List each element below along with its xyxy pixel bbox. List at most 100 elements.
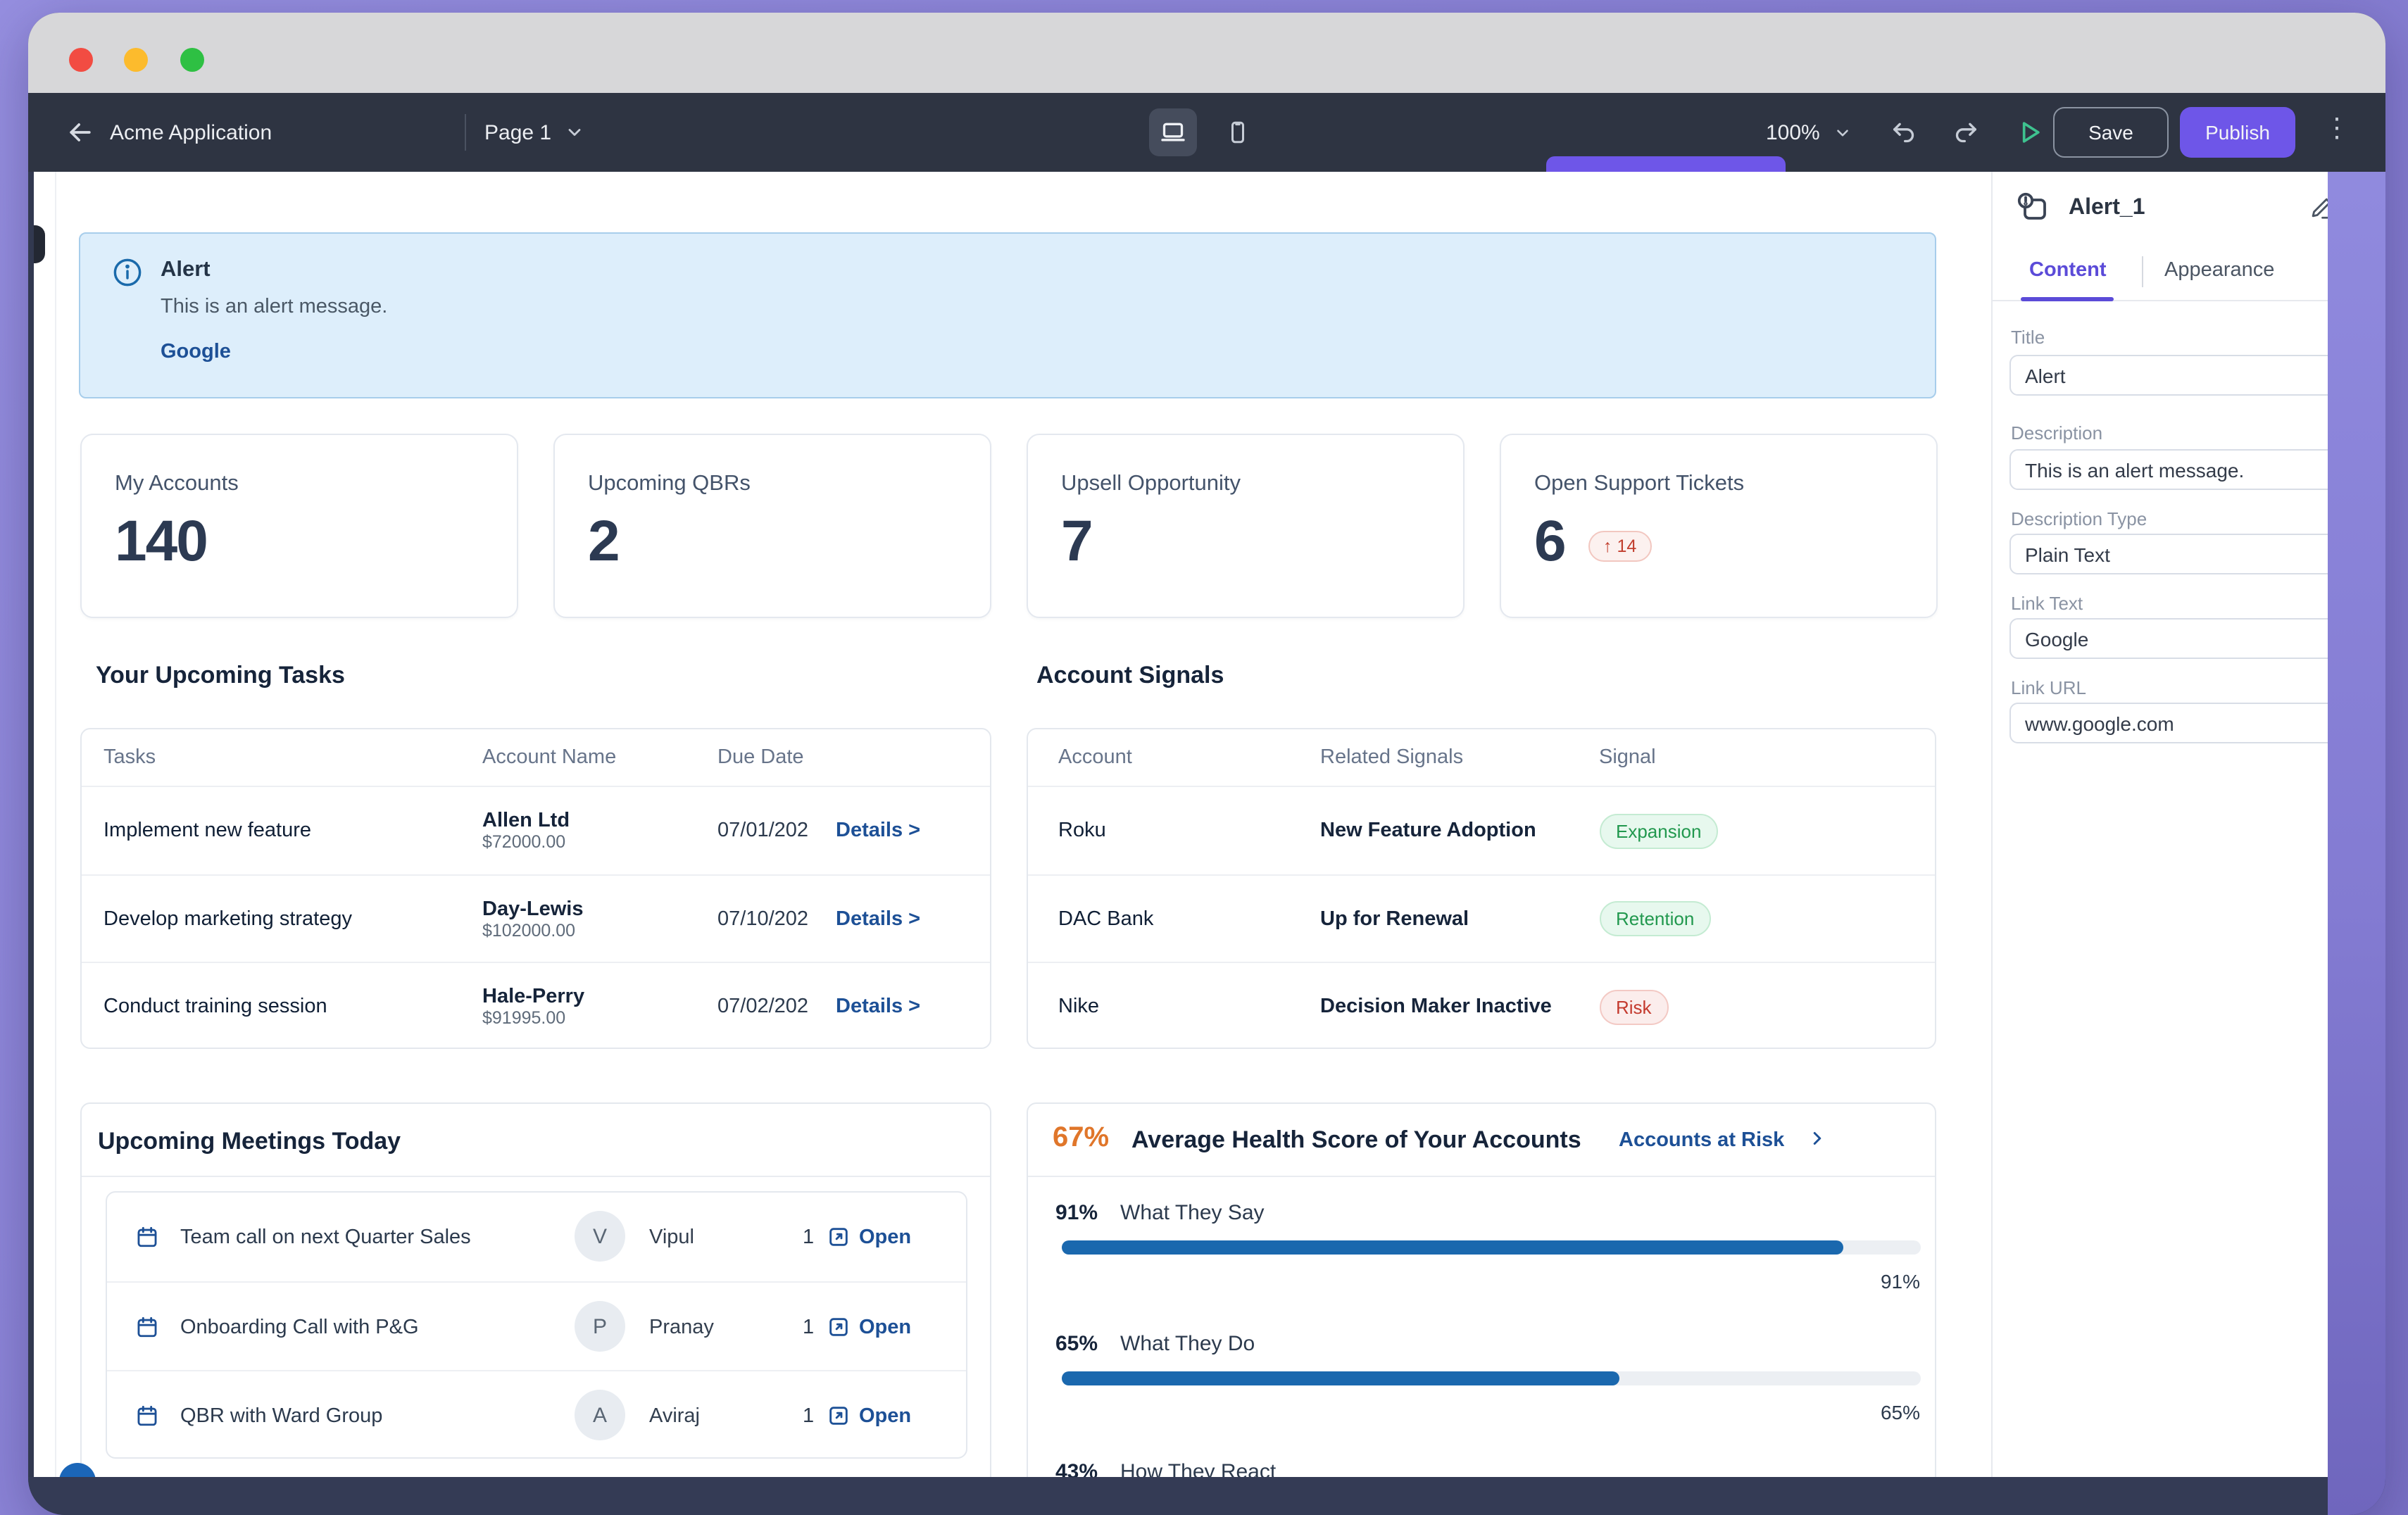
description-field[interactable]: This is an alert message. [2009, 449, 2374, 490]
table-row[interactable]: Develop marketing strategy Day-Lewis $10… [81, 874, 989, 963]
column-header: Signal [1599, 729, 1656, 786]
stat-value: 7 [1061, 508, 1092, 574]
info-icon [111, 256, 144, 289]
details-link[interactable]: Details > [836, 963, 920, 1049]
open-meeting-link[interactable]: Open [859, 1193, 911, 1281]
external-link-icon [827, 1225, 851, 1249]
back-arrow-icon[interactable] [65, 117, 96, 148]
stat-card-my-accounts[interactable]: My Accounts 140 [80, 434, 518, 618]
metric-label: What They Say [1120, 1201, 1265, 1225]
meetings-section-title: Upcoming Meetings Today [98, 1128, 401, 1156]
alert-link-label: Google [161, 341, 231, 363]
stat-card-upcoming-qbrs[interactable]: Upcoming QBRs 2 [553, 434, 991, 618]
save-button-label: Save [2088, 121, 2133, 144]
field-label-link-text: Link Text [2011, 593, 2083, 614]
stat-card-upsell-opportunity[interactable]: Upsell Opportunity 7 [1026, 434, 1464, 618]
accounts-at-risk-link[interactable]: Accounts at Risk [1619, 1129, 1784, 1152]
app-canvas[interactable]: Alert This is an alert message. Google M… [34, 172, 1991, 1477]
chevron-right-icon [1806, 1128, 1827, 1149]
desktop-view-toggle[interactable] [1149, 108, 1197, 156]
left-panel-handle[interactable] [34, 225, 45, 263]
alert-title: Alert [161, 258, 211, 283]
meeting-title: QBR with Ward Group [180, 1371, 382, 1460]
account-name: Day-Lewis [482, 898, 583, 921]
field-label-description: Description [2011, 422, 2102, 444]
external-link-icon [827, 1404, 851, 1428]
attendee-name: Vipul [649, 1193, 694, 1281]
preview-play-icon[interactable] [2014, 117, 2045, 148]
progress-fill [1061, 1371, 1619, 1385]
tab-content[interactable]: Content [2029, 259, 2107, 282]
metric-pct: 91% [1055, 1201, 1098, 1225]
tasks-table[interactable]: Tasks Account Name Due Date Implement ne… [80, 728, 991, 1049]
publish-button[interactable]: Publish [2180, 107, 2295, 158]
description-type-select[interactable]: Plain Text [2009, 534, 2374, 574]
title-field[interactable]: Alert [2009, 355, 2374, 396]
undo-icon[interactable] [1890, 118, 1918, 146]
minimize-window-button[interactable] [124, 48, 148, 72]
signal-account-cell: Nike [1058, 963, 1099, 1049]
column-header: Tasks [104, 729, 156, 786]
attendee-name: Aviraj [649, 1371, 700, 1460]
details-link[interactable]: Details > [836, 787, 920, 875]
redo-icon[interactable] [1952, 118, 1980, 146]
alert-link[interactable]: Google [161, 341, 231, 363]
task-cell: Implement new feature [104, 787, 311, 875]
widget-name: Alert_1 [2069, 196, 2145, 221]
toolbar-purple-popover [1546, 156, 1786, 172]
column-header: Account Name [482, 729, 616, 786]
details-link[interactable]: Details > [836, 875, 920, 963]
related-signal-cell: Up for Renewal [1320, 875, 1469, 963]
maximize-window-button[interactable] [180, 48, 204, 72]
kebab-menu-icon[interactable]: ⋮ [2324, 113, 2350, 145]
save-button[interactable]: Save [2053, 107, 2169, 158]
table-row[interactable]: Nike Decision Maker Inactive Risk [1027, 962, 1935, 1049]
alert-message: This is an alert message. [161, 296, 387, 318]
open-meeting-link[interactable]: Open [859, 1283, 911, 1371]
canvas-page-guide [55, 172, 56, 1477]
link-text-field[interactable]: Google [2009, 618, 2374, 659]
avatar: P [575, 1301, 625, 1352]
signal-badge: Risk [1599, 990, 1669, 1025]
toolbar-divider [465, 114, 466, 151]
due-date-cell: 07/10/202 [717, 875, 808, 963]
link-url-field[interactable]: www.google.com [2009, 703, 2374, 743]
meeting-row[interactable]: QBR with Ward Group A Aviraj 1 Open [107, 1370, 966, 1460]
metric-label: How They React [1120, 1460, 1276, 1477]
meeting-row[interactable]: Team call on next Quarter Sales V Vipul … [107, 1193, 966, 1281]
link-text-field-value: Google [2025, 627, 2088, 650]
description-type-value: Plain Text [2025, 543, 2110, 565]
tab-appearance[interactable]: Appearance [2164, 259, 2274, 282]
signals-section-title: Account Signals [1036, 662, 1224, 690]
progress-track [1061, 1371, 1920, 1385]
editor-toolbar: Acme Application Page 1 100% [28, 93, 2385, 172]
meeting-count: 1 [803, 1371, 814, 1460]
signals-table[interactable]: Account Related Signals Signal Roku New … [1026, 728, 1936, 1049]
mobile-view-toggle[interactable] [1214, 108, 1262, 156]
table-row[interactable]: DAC Bank Up for Renewal Retention [1027, 874, 1935, 963]
table-row[interactable]: Roku New Feature Adoption Expansion [1027, 786, 1935, 875]
due-date-cell: 07/02/202 [717, 963, 808, 1049]
chevron-down-icon [564, 122, 584, 142]
table-row[interactable]: Implement new feature Allen Ltd $72000.0… [81, 786, 989, 875]
health-score-card[interactable]: 67% Average Health Score of Your Account… [1026, 1102, 1936, 1477]
stat-card-open-support-tickets[interactable]: Open Support Tickets 6 ↑ 14 [1499, 434, 1937, 618]
signal-badge: Expansion [1599, 814, 1718, 849]
meetings-card[interactable]: Upcoming Meetings Today Team call on nex… [80, 1102, 991, 1477]
avatar: A [575, 1390, 625, 1440]
editor-body: Alert This is an alert message. Google M… [34, 172, 2385, 1477]
progress-fill [1061, 1240, 1843, 1255]
metric-pct: 65% [1055, 1332, 1098, 1356]
open-meeting-link[interactable]: Open [859, 1371, 911, 1460]
alert-widget[interactable]: Alert This is an alert message. Google [79, 232, 1936, 398]
close-window-button[interactable] [69, 48, 93, 72]
stat-label: Upcoming QBRs [588, 472, 751, 497]
meeting-row[interactable]: Onboarding Call with P&G P Pranay 1 Open [107, 1281, 966, 1371]
table-row[interactable]: Conduct training session Hale-Perry $919… [81, 962, 989, 1049]
page-selector[interactable]: Page 1 [484, 93, 584, 172]
field-label-link-url: Link URL [2011, 677, 2086, 698]
publish-button-label: Publish [2205, 121, 2270, 144]
signal-badge: Retention [1599, 902, 1711, 937]
field-label-title: Title [2011, 327, 2045, 348]
related-signal-cell: Decision Maker Inactive [1320, 963, 1552, 1049]
